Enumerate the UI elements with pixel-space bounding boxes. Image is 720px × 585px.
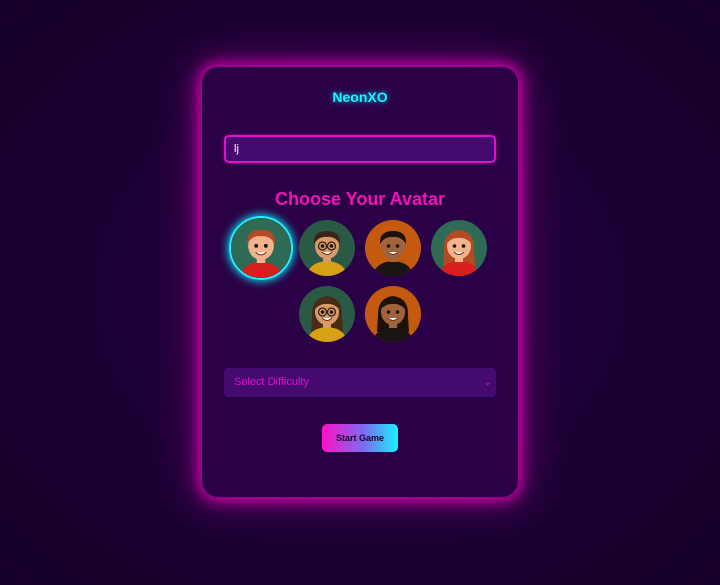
avatar-face-icon	[299, 220, 355, 276]
avatar-heading: Choose Your Avatar	[274, 189, 446, 209]
avatar-girl-dark[interactable]	[365, 286, 421, 342]
avatar-boy-glasses[interactable]	[299, 220, 355, 276]
avatar-face-icon	[365, 220, 421, 276]
start-game-button[interactable]: Start Game	[322, 424, 398, 452]
avatar-face-icon	[365, 286, 421, 342]
avatar-girl-red-hair[interactable]	[431, 220, 487, 276]
difficulty-select[interactable]: Select Difficulty ⌄	[224, 368, 496, 397]
chevron-down-icon: ⌄	[483, 377, 492, 388]
avatar-face-icon	[431, 220, 487, 276]
avatar-face-icon	[231, 218, 291, 278]
app-title: NeonXO	[332, 89, 388, 105]
difficulty-placeholder: Select Difficulty	[234, 376, 309, 388]
avatar-boy-red-hair[interactable]	[229, 216, 293, 280]
avatar-girl-glasses[interactable]	[299, 286, 355, 342]
avatar-boy-dark[interactable]	[365, 220, 421, 276]
avatar-face-icon	[299, 286, 355, 342]
game-setup-card: NeonXO Choose Your Avatar Select Difficu…	[202, 67, 518, 497]
player-name-input[interactable]	[224, 135, 496, 163]
